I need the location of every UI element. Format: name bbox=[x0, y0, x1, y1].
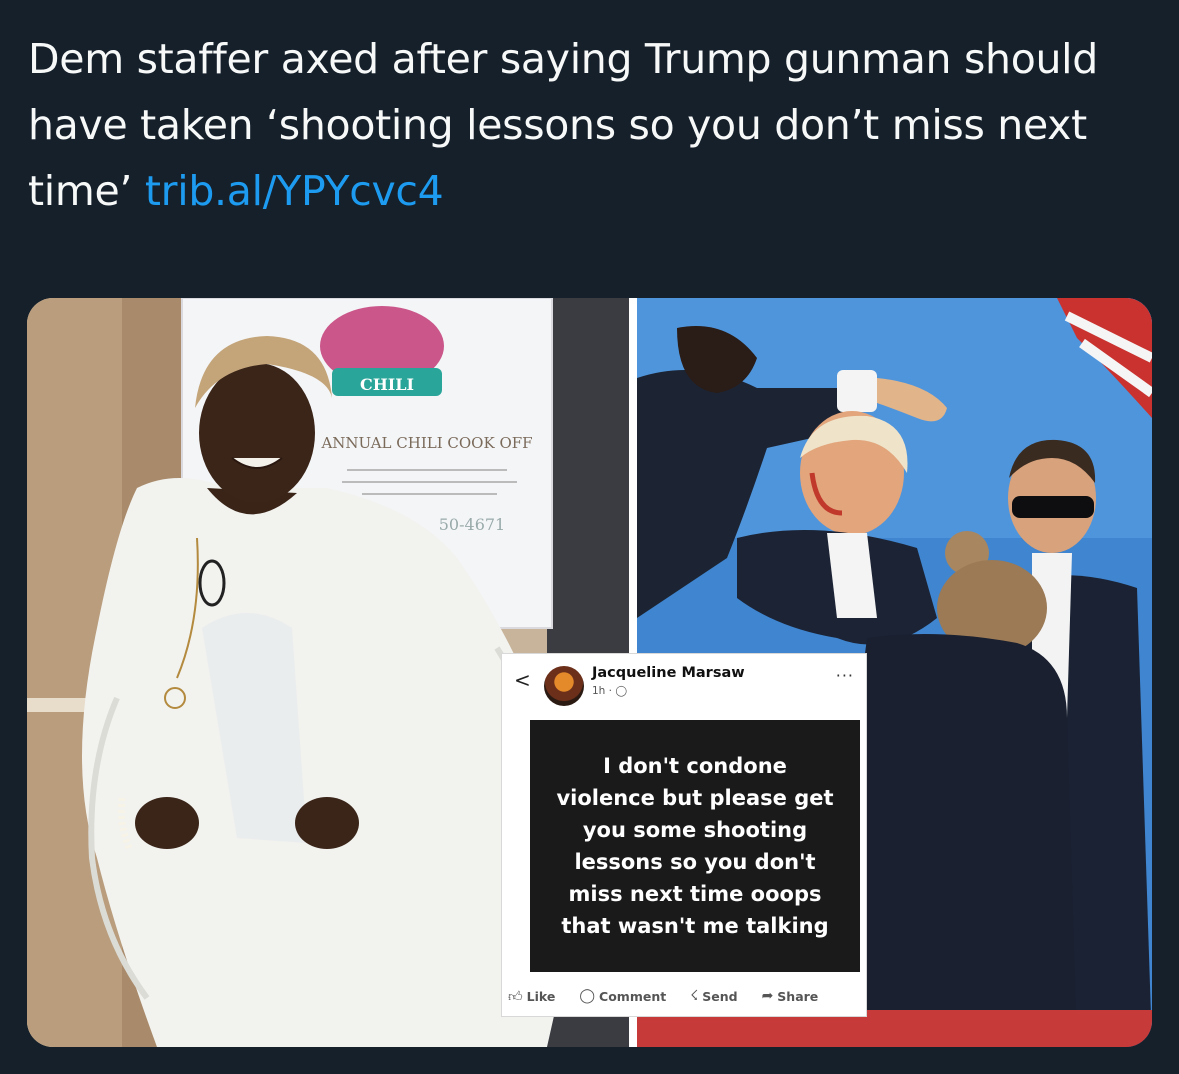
post-action-bar: 👍︎ Like ◯ Comment ☇ Send ➦ Share bbox=[502, 976, 866, 1016]
messenger-icon: ☇ bbox=[690, 988, 699, 1004]
comment-button[interactable]: ◯ Comment bbox=[579, 988, 666, 1004]
chevron-left-icon[interactable]: < bbox=[514, 668, 531, 692]
facebook-post-header: < Jacqueline Marsaw 1h · ◯ ··· bbox=[502, 654, 866, 716]
poster-title: ANNUAL CHILI COOK OFF bbox=[320, 434, 532, 452]
comment-label: Comment bbox=[599, 988, 667, 1004]
thumbs-up-icon: 👍︎ bbox=[508, 988, 523, 1005]
post-timestamp: 1h · ◯ bbox=[592, 685, 628, 697]
poster-number: 50-4671 bbox=[439, 515, 505, 534]
more-dots-icon[interactable]: ··· bbox=[836, 666, 854, 685]
poster-brand: CHILI bbox=[360, 375, 414, 394]
tweet-text: Dem staffer axed after saying Trump gunm… bbox=[28, 26, 1158, 224]
like-label: Like bbox=[526, 988, 556, 1004]
facebook-post-card: < Jacqueline Marsaw 1h · ◯ ··· I don't c… bbox=[501, 653, 867, 1017]
tweet-link[interactable]: trib.al/YPYcvc4 bbox=[145, 167, 444, 215]
tweet-media[interactable]: CHILI ANNUAL CHILI COOK OFF 50-4671 < Ja… bbox=[27, 298, 1152, 1047]
avatar[interactable] bbox=[544, 666, 584, 706]
share-button[interactable]: ➦ Share bbox=[762, 988, 819, 1004]
share-label: Share bbox=[777, 988, 819, 1004]
send-button[interactable]: ☇ Send bbox=[690, 988, 737, 1004]
post-author[interactable]: Jacqueline Marsaw bbox=[592, 665, 745, 681]
globe-icon: ◯ bbox=[615, 685, 628, 697]
send-label: Send bbox=[702, 988, 738, 1004]
post-time: 1h bbox=[592, 685, 606, 697]
comment-icon: ◯ bbox=[579, 988, 596, 1004]
like-button[interactable]: 👍︎ Like bbox=[508, 988, 555, 1005]
post-text: I don't condone violence but please get … bbox=[530, 720, 860, 972]
share-icon: ➦ bbox=[761, 988, 774, 1004]
